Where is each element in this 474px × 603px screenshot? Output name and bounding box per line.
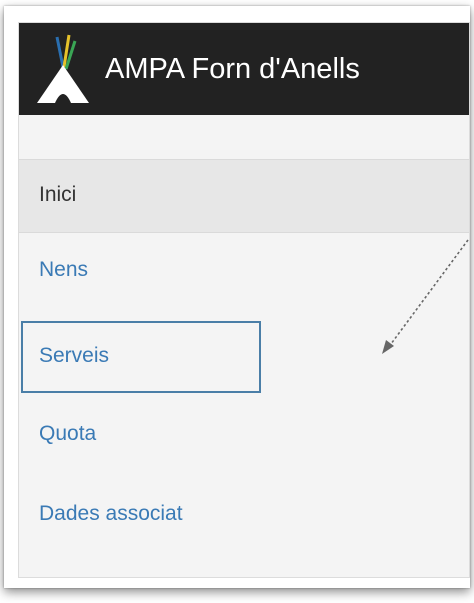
nav-item-dades-associat[interactable]: Dades associat xyxy=(19,473,469,553)
nav-item-inici[interactable]: Inici xyxy=(19,159,469,233)
nav-item-label: Dades associat xyxy=(39,502,183,525)
nav-item-quota[interactable]: Quota xyxy=(19,393,469,473)
nav-item-label: Inici xyxy=(39,183,77,206)
nav-menu: Inici Nens Serveis Quota Dades associat xyxy=(19,159,469,553)
brand-bar[interactable]: AMPA Forn d'Anells xyxy=(19,23,469,115)
nav-item-label: Serveis xyxy=(39,344,110,367)
screenshot-frame: AMPA Forn d'Anells Inici Nens Serveis Qu… xyxy=(4,6,470,588)
tent-with-feathers-icon xyxy=(37,34,89,103)
brand-title[interactable]: AMPA Forn d'Anells xyxy=(105,51,360,87)
nav-item-label: Nens xyxy=(39,258,89,281)
dotted-arrow-icon xyxy=(382,239,469,354)
nav-item-label: Quota xyxy=(39,422,97,445)
